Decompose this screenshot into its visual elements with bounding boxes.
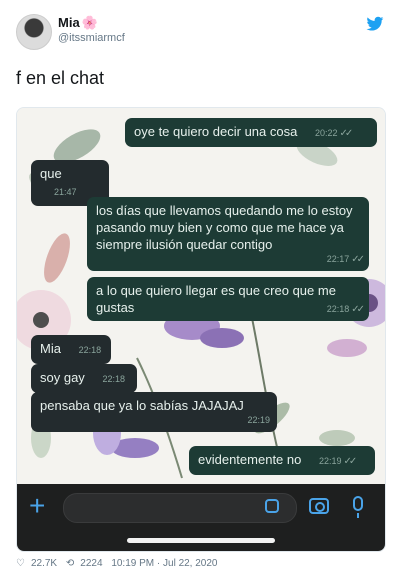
home-indicator[interactable] [127,538,275,543]
message-time: 21:47 [54,187,77,197]
chat-screenshot: oye te quiero decir una cosa 20:22 ✓✓ que… [16,107,386,552]
message-bubble-out[interactable]: oye te quiero decir una cosa 20:22 ✓✓ [125,118,377,147]
message-text: Mia [40,341,61,356]
message-text: oye te quiero decir una cosa [134,124,298,139]
like-count[interactable]: 22.7K [31,558,57,569]
read-ticks: ✓✓ [343,456,358,467]
message-bubble-out[interactable]: evidentemente no 22:19 ✓✓ [189,446,375,475]
message-time: 22:19 [318,456,342,466]
heart-icon[interactable]: ♡ [16,558,25,569]
camera-icon[interactable] [309,498,329,514]
message-bubble-in[interactable]: soy gay 22:18 [31,364,137,393]
message-text: los días que llevamos quedando me lo est… [96,203,353,252]
twitter-bird-icon[interactable] [366,16,384,32]
message-time: 22:18 [102,374,125,384]
message-text: que [40,166,62,181]
read-ticks: ✓✓ [339,128,353,139]
retweet-count[interactable]: 2224 [80,558,102,569]
home-indicator-bar [17,531,385,551]
read-ticks: ✓✓ [351,254,365,265]
message-time: 22:19 [247,415,270,425]
message-bubble-in[interactable]: pensaba que ya lo sabías JAJAJAJ 22:19 [31,392,277,432]
sticker-icon[interactable] [265,499,279,513]
message-time: 22:18 [78,345,102,355]
avatar[interactable] [16,14,52,50]
message-bubble-out[interactable]: a lo que quiero llegar es que creo que m… [87,277,369,321]
message-time: 22:18 [326,304,350,314]
microphone-icon[interactable] [353,496,363,518]
display-name-text[interactable]: Mia [58,15,80,30]
message-bubble-out[interactable]: los días que llevamos quedando me lo est… [87,197,369,271]
flower-emoji: 🌸 [81,15,98,30]
tweet-footer: ♡ 22.7K ⟲ 2224 10:19 PM · Jul 22, 2020 [16,558,224,569]
tweet-timestamp[interactable]: 10:19 PM · Jul 22, 2020 [111,558,217,569]
message-bubble-in[interactable]: Mia 22:18 [31,335,111,364]
message-input-bar: + [17,484,385,531]
message-time: 22:17 [326,254,350,264]
message-time: 20:22 [314,128,338,138]
read-ticks: ✓✓ [351,304,365,315]
user-handle[interactable]: @itssmiarmcf [58,32,125,44]
message-input[interactable] [63,493,297,523]
tweet-text: f en el chat [16,68,105,88]
retweet-icon[interactable]: ⟲ [66,558,74,569]
message-text: a lo que quiero llegar es que creo que m… [96,283,336,315]
message-text: pensaba que ya lo sabías JAJAJAJ [40,398,244,413]
display-name[interactable]: Mia 🌸 [58,15,98,31]
message-text: soy gay [40,370,85,385]
message-text: evidentemente no [198,452,302,467]
plus-icon[interactable]: + [29,492,45,520]
